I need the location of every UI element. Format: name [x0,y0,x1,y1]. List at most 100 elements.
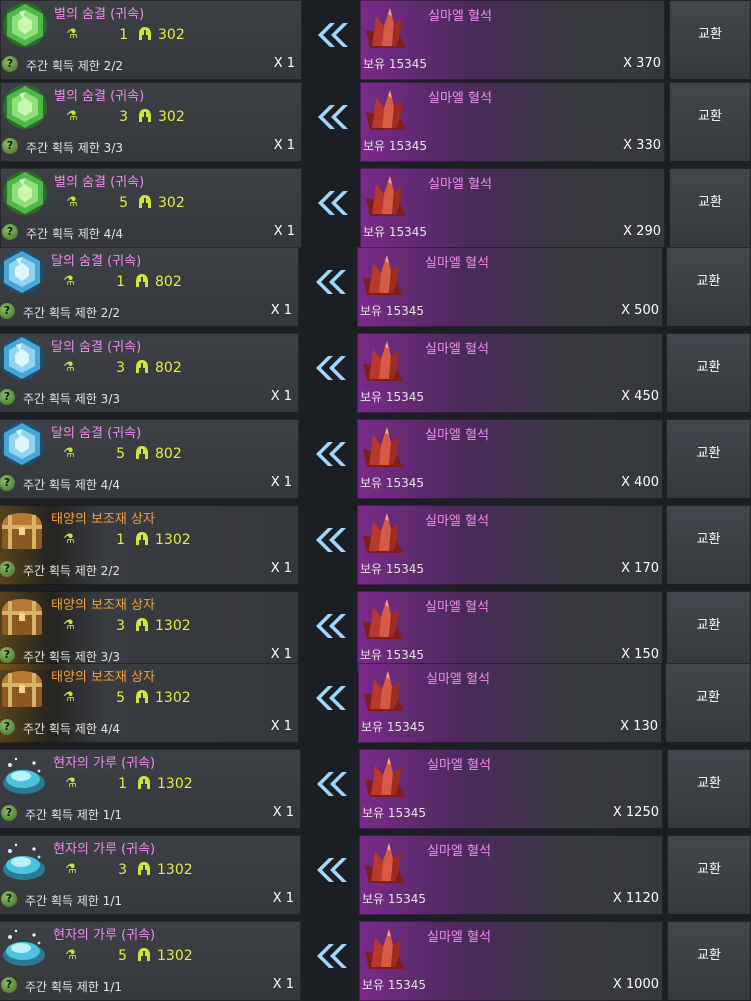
item-level: 1 [119,27,128,43]
item-name: 달의 숨결 (귀속) [51,254,142,269]
exchange-button[interactable]: 교환 [669,0,751,80]
star-gem-icon[interactable] [2,170,48,216]
item-level: 3 [118,862,127,878]
double-chevron-left-icon [316,686,346,710]
help-icon[interactable]: ? [0,647,15,663]
red-crystal-icon[interactable] [361,923,407,973]
help-icon[interactable]: ? [0,389,15,405]
double-chevron-left-icon [318,105,348,129]
double-chevron-left-icon [318,23,348,47]
item-multiplier: X 1 [270,719,292,734]
exchange-button[interactable]: 교환 [665,663,751,743]
flask-icon: ⚗ [65,862,77,877]
item-multiplier: X 1 [272,977,294,992]
double-chevron-left-icon [316,614,346,638]
double-chevron-left-icon [316,356,346,380]
sage-powder-icon[interactable] [1,923,47,969]
cost-item-panel: 별의 숨결 (귀속) ⚗ 5 302 ? 주간 획득 제한 4/4 X 1 [0,168,302,248]
red-crystal-icon[interactable] [361,751,407,801]
treasure-chest-icon[interactable] [0,507,45,553]
item-multiplier: X 1 [270,647,292,662]
double-chevron-left-icon [316,528,346,552]
exchange-button[interactable]: 교환 [667,835,751,915]
help-icon[interactable]: ? [1,805,17,821]
treasure-chest-icon[interactable] [0,593,45,639]
double-chevron-left-icon [316,442,346,466]
weekly-limit: 주간 획득 제한 4/4 [23,722,120,736]
reward-quantity: X 500 [621,303,659,318]
weekly-limit: 주간 획득 제한 4/4 [26,227,123,241]
reward-panel: 실마엘 혈석 보유 15345 X 1000 [359,921,663,1001]
exchange-button[interactable]: 교환 [666,591,751,671]
owned-count: 보유 15345 [363,57,428,71]
help-icon[interactable]: ? [0,475,15,491]
red-crystal-icon[interactable] [362,84,408,134]
item-multiplier: X 1 [273,138,295,153]
red-crystal-icon[interactable] [362,170,408,220]
exchange-button[interactable]: 교환 [666,333,751,413]
red-crystal-icon[interactable] [361,837,407,887]
treasure-chest-icon[interactable] [0,665,45,711]
exchange-row: 현자의 가루 (귀속) ⚗ 1 1302 ? 주간 획득 제한 1/1 X 1 [0,749,751,829]
help-icon[interactable]: ? [2,224,18,240]
reward-quantity: X 450 [621,389,659,404]
weekly-limit: 주간 획득 제한 2/2 [26,59,123,73]
reward-panel: 실마엘 혈석 보유 15345 X 1250 [359,749,663,829]
help-icon[interactable]: ? [1,977,17,993]
item-multiplier: X 1 [270,389,292,404]
moon-gem-icon[interactable] [0,421,45,467]
red-crystal-icon[interactable] [362,2,408,52]
exchange-button[interactable]: 교환 [666,247,751,327]
exchange-button[interactable]: 교환 [667,749,751,829]
red-crystal-icon[interactable] [360,665,406,715]
help-icon[interactable]: ? [2,138,18,154]
exchange-button[interactable]: 교환 [666,419,751,499]
star-gem-icon[interactable] [2,2,48,48]
item-price: 1302 [155,618,191,634]
item-level: 3 [116,360,125,376]
exchange-button[interactable]: 교환 [667,921,751,1001]
exchange-row: 현자의 가루 (귀속) ⚗ 3 1302 ? 주간 획득 제한 1/1 X 1 [0,835,751,915]
sage-powder-icon[interactable] [1,751,47,797]
help-icon[interactable]: ? [0,303,15,319]
red-crystal-icon[interactable] [359,249,405,299]
helmet-icon [138,862,150,875]
item-name: 별의 숨결 (귀속) [54,89,145,104]
sage-powder-icon[interactable] [1,837,47,883]
help-icon[interactable]: ? [0,561,15,577]
help-icon[interactable]: ? [0,719,15,735]
item-price: 1302 [157,862,193,878]
item-level: 1 [116,532,125,548]
weekly-limit: 주간 획득 제한 3/3 [23,392,120,406]
moon-gem-icon[interactable] [0,335,45,381]
cost-item-panel: 달의 숨결 (귀속) ⚗ 1 802 ? 주간 획득 제한 2/2 X 1 [0,247,299,327]
exchange-button[interactable]: 교환 [669,168,751,248]
moon-gem-icon[interactable] [0,249,45,295]
help-icon[interactable]: ? [1,891,17,907]
star-gem-icon[interactable] [2,84,48,130]
reward-quantity: X 130 [620,719,658,734]
reward-quantity: X 150 [621,647,659,662]
reward-name: 실마엘 혈석 [425,256,489,271]
red-crystal-icon[interactable] [359,335,405,385]
double-chevron-left-icon [317,858,347,882]
reward-quantity: X 1120 [612,891,659,906]
item-multiplier: X 1 [273,224,295,239]
red-crystal-icon[interactable] [359,507,405,557]
reward-name: 실마엘 혈석 [428,9,492,24]
helmet-icon [136,690,148,703]
exchange-button[interactable]: 교환 [669,82,751,162]
flask-icon: ⚗ [63,618,75,633]
helmet-icon [138,776,150,789]
exchange-row: 별의 숨결 (귀속) ⚗ 1 302 ? 주간 획득 제한 2/2 X 1 실마… [0,0,751,80]
item-level: 3 [116,618,125,634]
cost-item-panel: 태양의 보조재 상자 ⚗ 1 1302 ? 주간 획득 제한 2/2 X 1 [0,505,299,585]
item-name: 달의 숨결 (귀속) [51,426,142,441]
flask-icon: ⚗ [65,948,77,963]
owned-count: 보유 15345 [360,390,425,404]
red-crystal-icon[interactable] [359,593,405,643]
red-crystal-icon[interactable] [359,421,405,471]
item-price: 1302 [155,532,191,548]
exchange-button[interactable]: 교환 [666,505,751,585]
help-icon[interactable]: ? [2,56,18,72]
